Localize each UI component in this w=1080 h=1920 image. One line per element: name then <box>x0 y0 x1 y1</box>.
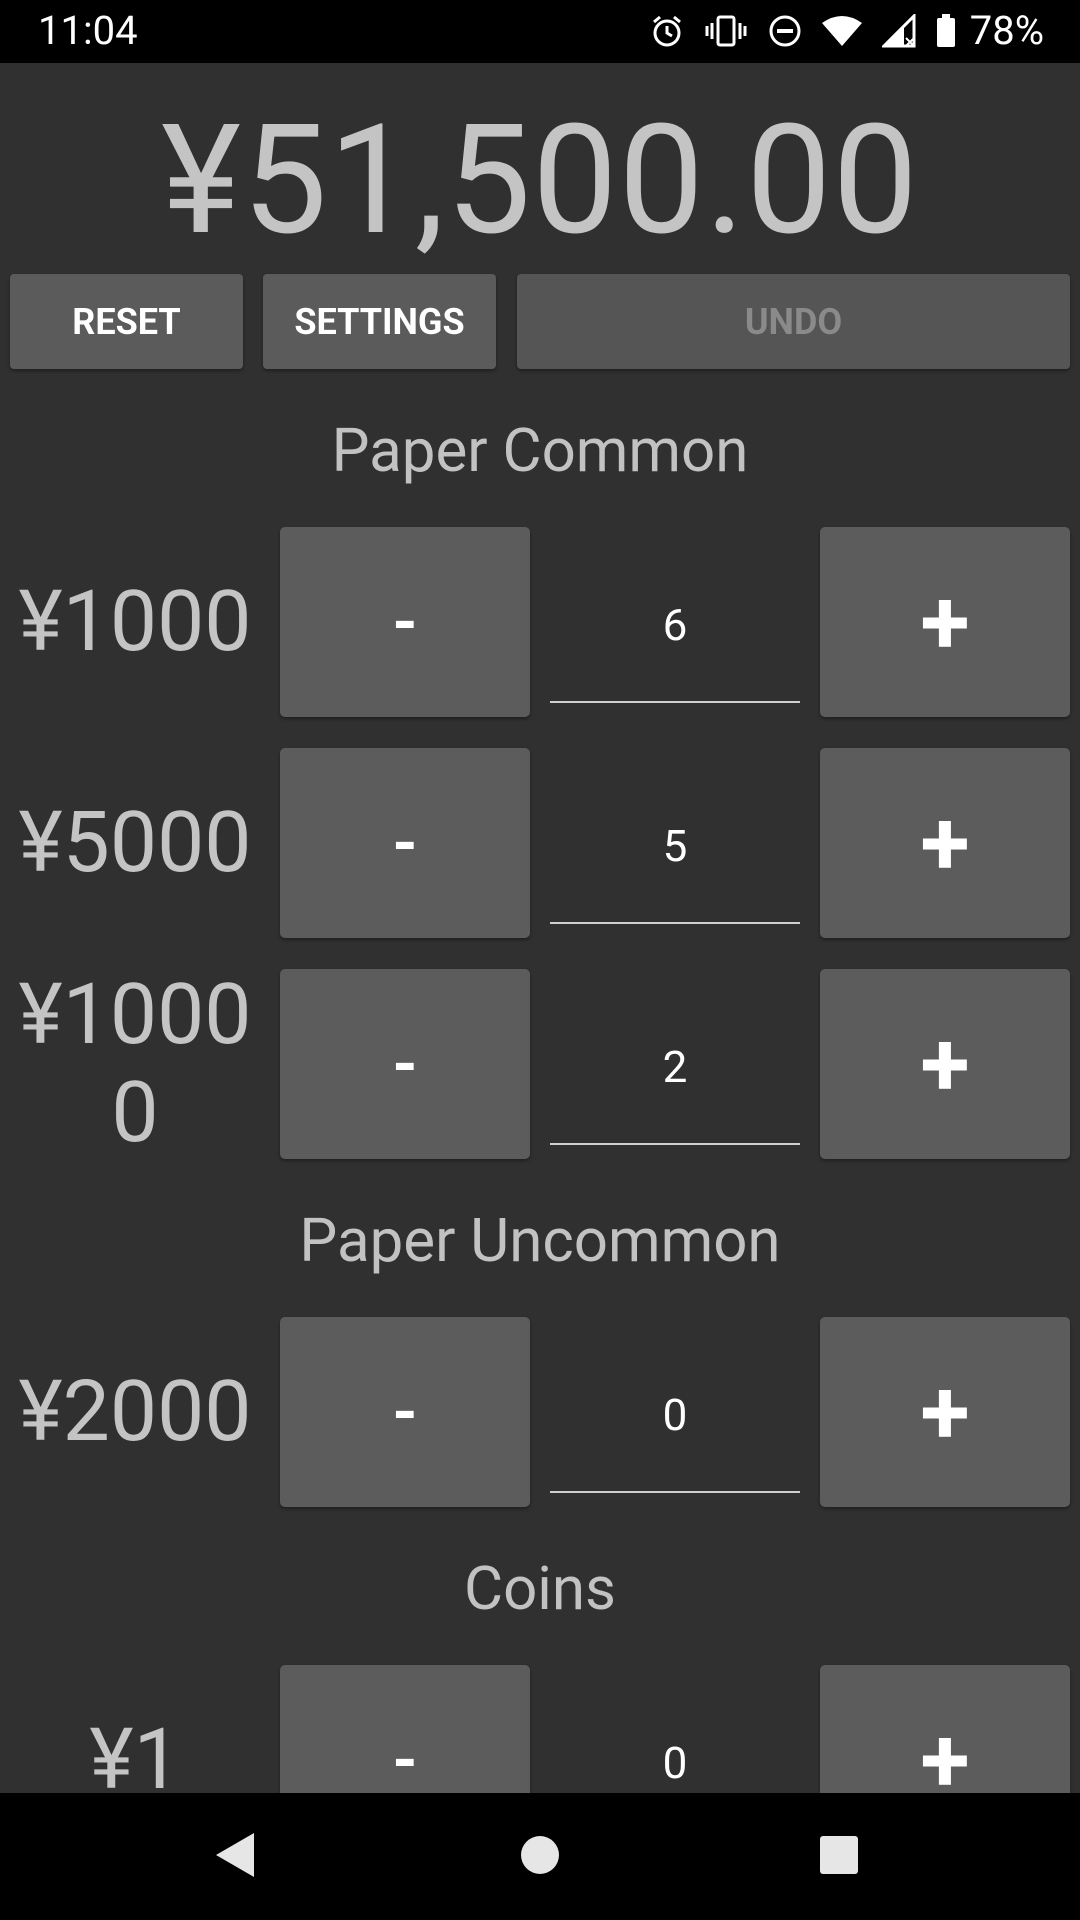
denomination-label: ¥5000 <box>18 793 252 892</box>
decrement-button[interactable]: - <box>280 969 530 1159</box>
increment-button[interactable]: + <box>820 1317 1070 1507</box>
reset-button[interactable]: RESET <box>10 274 243 369</box>
undo-button[interactable]: UNDO <box>517 274 1070 369</box>
decrement-button[interactable]: - <box>280 527 530 717</box>
increment-button[interactable]: + <box>820 748 1070 938</box>
count-field[interactable]: 0 <box>550 1665 800 1793</box>
wifi-icon <box>821 15 862 47</box>
count-value: 0 <box>662 1737 688 1789</box>
home-icon[interactable] <box>518 1829 562 1885</box>
count-field[interactable]: 5 <box>550 748 800 938</box>
status-bar: 11:04 78% <box>0 0 1080 63</box>
denomination-label: ¥2000 <box>18 1362 252 1461</box>
increment-button[interactable]: + <box>820 969 1070 1159</box>
decrement-button[interactable]: - <box>280 748 530 938</box>
field-underline <box>550 922 800 924</box>
field-underline <box>550 701 800 703</box>
decrement-button[interactable]: - <box>280 1317 530 1507</box>
denomination-label: ¥10000 <box>18 965 252 1162</box>
status-time: 11:04 <box>38 7 138 54</box>
total-amount: ¥51,500.00 <box>161 92 919 270</box>
field-underline <box>550 1143 800 1145</box>
count-field[interactable]: 2 <box>550 969 800 1159</box>
status-icons: 78% <box>650 6 1044 56</box>
increment-button[interactable]: + <box>820 527 1070 717</box>
count-value: 6 <box>662 599 688 651</box>
do-not-disturb-icon <box>768 14 802 48</box>
vibrate-icon <box>704 14 748 48</box>
settings-button[interactable]: SETTINGS <box>263 274 496 369</box>
cell-signal-icon <box>881 14 916 48</box>
section-title-paper-common: Paper Common <box>331 415 749 486</box>
section-title-coins: Coins <box>464 1553 616 1624</box>
decrement-button[interactable]: - <box>280 1665 530 1793</box>
section-title-paper-uncommon: Paper Uncommon <box>299 1205 781 1276</box>
count-value: 2 <box>662 1041 688 1093</box>
battery-percent: 78% <box>969 7 1044 54</box>
battery-icon <box>936 14 956 48</box>
count-field[interactable]: 6 <box>550 527 800 717</box>
count-value: 0 <box>662 1389 688 1441</box>
recents-icon[interactable] <box>817 1829 861 1885</box>
field-underline <box>550 1491 800 1493</box>
count-field[interactable]: 0 <box>550 1317 800 1507</box>
navigation-bar <box>0 1793 1080 1920</box>
increment-button[interactable]: + <box>820 1665 1070 1793</box>
count-value: 5 <box>662 820 688 872</box>
alarm-icon <box>650 14 684 48</box>
back-icon[interactable] <box>212 1829 258 1885</box>
denomination-label: ¥1 <box>89 1710 181 1794</box>
counter-app: ¥51,500.00 RESET SETTINGS UNDO Paper Com… <box>0 63 1080 1793</box>
denomination-label: ¥1000 <box>18 572 252 671</box>
